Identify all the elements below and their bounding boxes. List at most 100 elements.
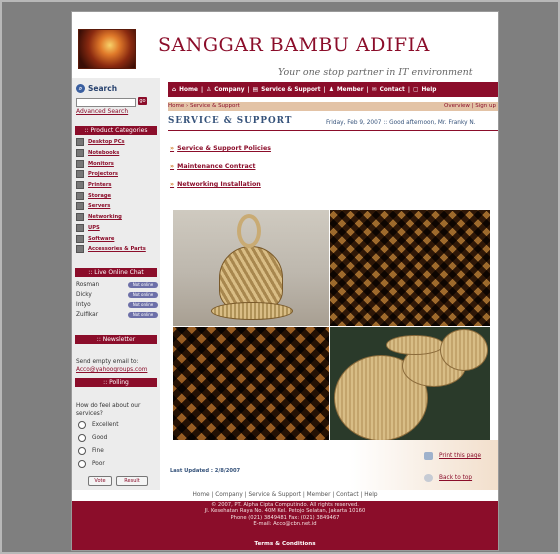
chat-row: Rosman Not online: [76, 280, 158, 290]
photo-bamboo-boxes: [330, 327, 490, 444]
radio-button: [78, 434, 86, 442]
section-title: SERVICE & SUPPORT: [168, 116, 293, 126]
link-networking-installation[interactable]: » Networking Installation: [170, 181, 261, 188]
chat-row: Intyo Not online: [76, 300, 158, 310]
breadcrumb-right-links[interactable]: Overview | Sign up: [444, 102, 496, 111]
bullet-icon: [76, 149, 84, 158]
chat-user-name: Dicky: [76, 292, 92, 298]
contact-icon: ✉: [371, 86, 377, 93]
poll-option[interactable]: Fine: [78, 447, 104, 455]
bullet-icon: [76, 245, 84, 254]
main-nav: ⌂ Home | ♙ Company | ▤ Service & Support | ♟ Me…: [168, 82, 498, 97]
link-maintenance-contract[interactable]: » Maintenance Contract: [170, 163, 255, 170]
photo-woven-pattern: [330, 210, 490, 326]
chat-user-name: Zulfikar: [76, 312, 99, 318]
category-item[interactable]: UPS: [76, 223, 156, 234]
newsletter-instruction: Send empty email to:: [76, 359, 139, 365]
bullet-icon: [76, 202, 84, 211]
radio-button: [78, 447, 86, 455]
help-icon: ▢: [412, 86, 419, 93]
product-categories-heading: :: Product Categories: [75, 126, 157, 135]
service-icon: ▤: [252, 86, 259, 93]
breadcrumb-home[interactable]: Home: [168, 103, 184, 109]
nav-item-service[interactable]: Service & Support: [261, 87, 320, 93]
chat-status-badge[interactable]: Not online: [128, 292, 158, 298]
logo-image: [78, 29, 136, 69]
footer-copyright: © 2007, PT. Alpha Cipta Computindo. All …: [211, 502, 359, 508]
nav-item-contact[interactable]: Contact: [380, 87, 405, 93]
company-icon: ♙: [206, 86, 212, 93]
footer-links[interactable]: Home | Company | Service & Support | Mem…: [72, 491, 498, 500]
chat-user-name: Rosman: [76, 282, 100, 288]
poll-option[interactable]: Excellent: [78, 421, 118, 429]
bullet-icon: [76, 234, 84, 243]
advanced-search-link[interactable]: Advanced Search: [76, 108, 128, 115]
link-service-policies[interactable]: » Service & Support Policies: [170, 145, 271, 152]
printer-icon: [424, 452, 433, 460]
bullet-icon: [76, 191, 84, 200]
category-item[interactable]: Accessories & Parts: [76, 244, 156, 255]
search-input[interactable]: [76, 98, 136, 107]
chat-status-badge[interactable]: Not online: [128, 312, 158, 318]
web-page: SANGGAR BAMBU ADIFIA Your one stop partn…: [72, 12, 498, 550]
category-item[interactable]: Desktop PCs: [76, 137, 156, 148]
search-go-button[interactable]: go: [138, 97, 147, 105]
terms-link[interactable]: Terms & Conditions: [72, 541, 498, 547]
vote-button[interactable]: Vote: [88, 476, 112, 486]
date-greeting: Friday, Feb 9, 2007 :: Good afternoon, M…: [326, 120, 476, 126]
chat-list: Rosman Not online Dicky Not online Intyo No…: [76, 280, 158, 320]
polling-heading: :: Polling: [75, 378, 157, 387]
nav-item-home[interactable]: Home: [179, 87, 198, 93]
arrow-icon: »: [170, 163, 175, 170]
arrow-icon: »: [170, 145, 175, 152]
radio-button: [78, 460, 86, 468]
up-arrow-icon: [424, 474, 433, 482]
bullet-icon: [76, 223, 84, 232]
arrow-icon: »: [170, 181, 175, 188]
content-bottom-area: [168, 440, 498, 490]
category-item[interactable]: Printers: [76, 180, 156, 191]
print-page-link[interactable]: Print this page: [424, 452, 481, 460]
result-button[interactable]: Result: [116, 476, 148, 486]
home-icon: ⌂: [172, 86, 177, 93]
back-to-top-link[interactable]: Back to top: [424, 474, 472, 482]
chat-row: Zulfikar Not online: [76, 310, 158, 320]
category-item[interactable]: Networking: [76, 212, 156, 223]
radio-button: [78, 421, 86, 429]
last-updated: Last Updated : 2/8/2007: [170, 468, 241, 474]
chat-status-badge[interactable]: Not online: [128, 282, 158, 288]
chat-user-name: Intyo: [76, 302, 91, 308]
bullet-icon: [76, 213, 84, 222]
bullet-icon: [76, 181, 84, 190]
newsletter-email-link[interactable]: Acco@yahoogroups.com: [76, 366, 158, 374]
category-item[interactable]: Projectors: [76, 169, 156, 180]
photo-woven-pattern-closeup: [173, 327, 329, 444]
search-heading: ⌕ Search: [76, 84, 117, 93]
bullet-icon: [76, 170, 84, 179]
nav-item-member[interactable]: Member: [337, 87, 364, 93]
bullet-icon: [76, 159, 84, 168]
site-title: SANGGAR BAMBU ADIFIA: [158, 34, 430, 56]
poll-question: How do feel about our services?: [76, 403, 141, 417]
nav-item-company[interactable]: Company: [214, 87, 244, 93]
member-icon: ♟: [328, 86, 334, 93]
poll-option[interactable]: Poor: [78, 460, 105, 468]
site-tagline: Your one stop partner in IT environment: [278, 67, 473, 78]
footer-email: E-mail: Acco@cbn.net.id: [253, 521, 317, 528]
chat-status-badge[interactable]: Not online: [128, 302, 158, 308]
product-photo-collage: [173, 210, 490, 444]
poll-option[interactable]: Good: [78, 434, 107, 442]
section-divider: [168, 130, 498, 131]
search-icon: ⌕: [76, 84, 85, 93]
chat-row: Dicky Not online: [76, 290, 158, 300]
photo-woven-lantern: [173, 210, 329, 326]
nav-item-help[interactable]: Help: [421, 87, 436, 93]
category-item[interactable]: Software: [76, 233, 156, 244]
breadcrumb-current: Service & Support: [189, 103, 240, 109]
category-item[interactable]: Storage: [76, 190, 156, 201]
category-item[interactable]: Monitors: [76, 158, 156, 169]
newsletter-text: Send empty email to: Acco@yahoogroups.co…: [76, 358, 158, 374]
category-item[interactable]: Notebooks: [76, 148, 156, 159]
category-list: Desktop PCs Notebooks Monitors Projector…: [76, 137, 156, 255]
category-item[interactable]: Servers: [76, 201, 156, 212]
